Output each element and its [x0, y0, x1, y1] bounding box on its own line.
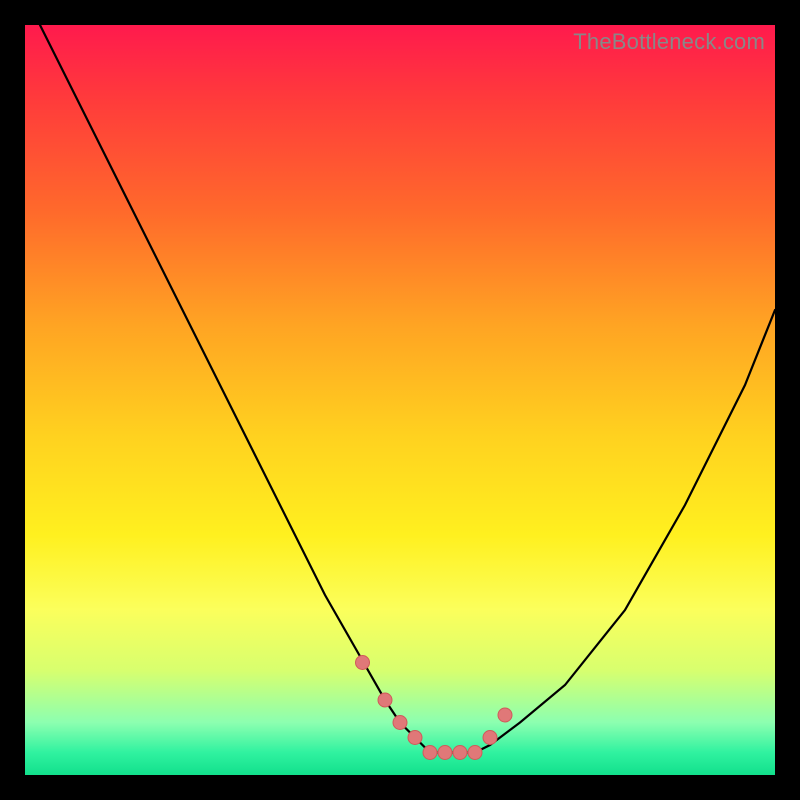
marker-point — [356, 656, 370, 670]
marker-point — [498, 708, 512, 722]
marker-point — [423, 746, 437, 760]
marker-point — [453, 746, 467, 760]
marker-point — [378, 693, 392, 707]
bottleneck-curve — [40, 25, 775, 753]
marker-point — [468, 746, 482, 760]
marker-point — [438, 746, 452, 760]
curve-svg — [25, 25, 775, 775]
chart-frame: TheBottleneck.com — [0, 0, 800, 800]
plot-area: TheBottleneck.com — [25, 25, 775, 775]
marker-group — [356, 656, 513, 760]
marker-point — [393, 716, 407, 730]
marker-point — [408, 731, 422, 745]
marker-point — [483, 731, 497, 745]
